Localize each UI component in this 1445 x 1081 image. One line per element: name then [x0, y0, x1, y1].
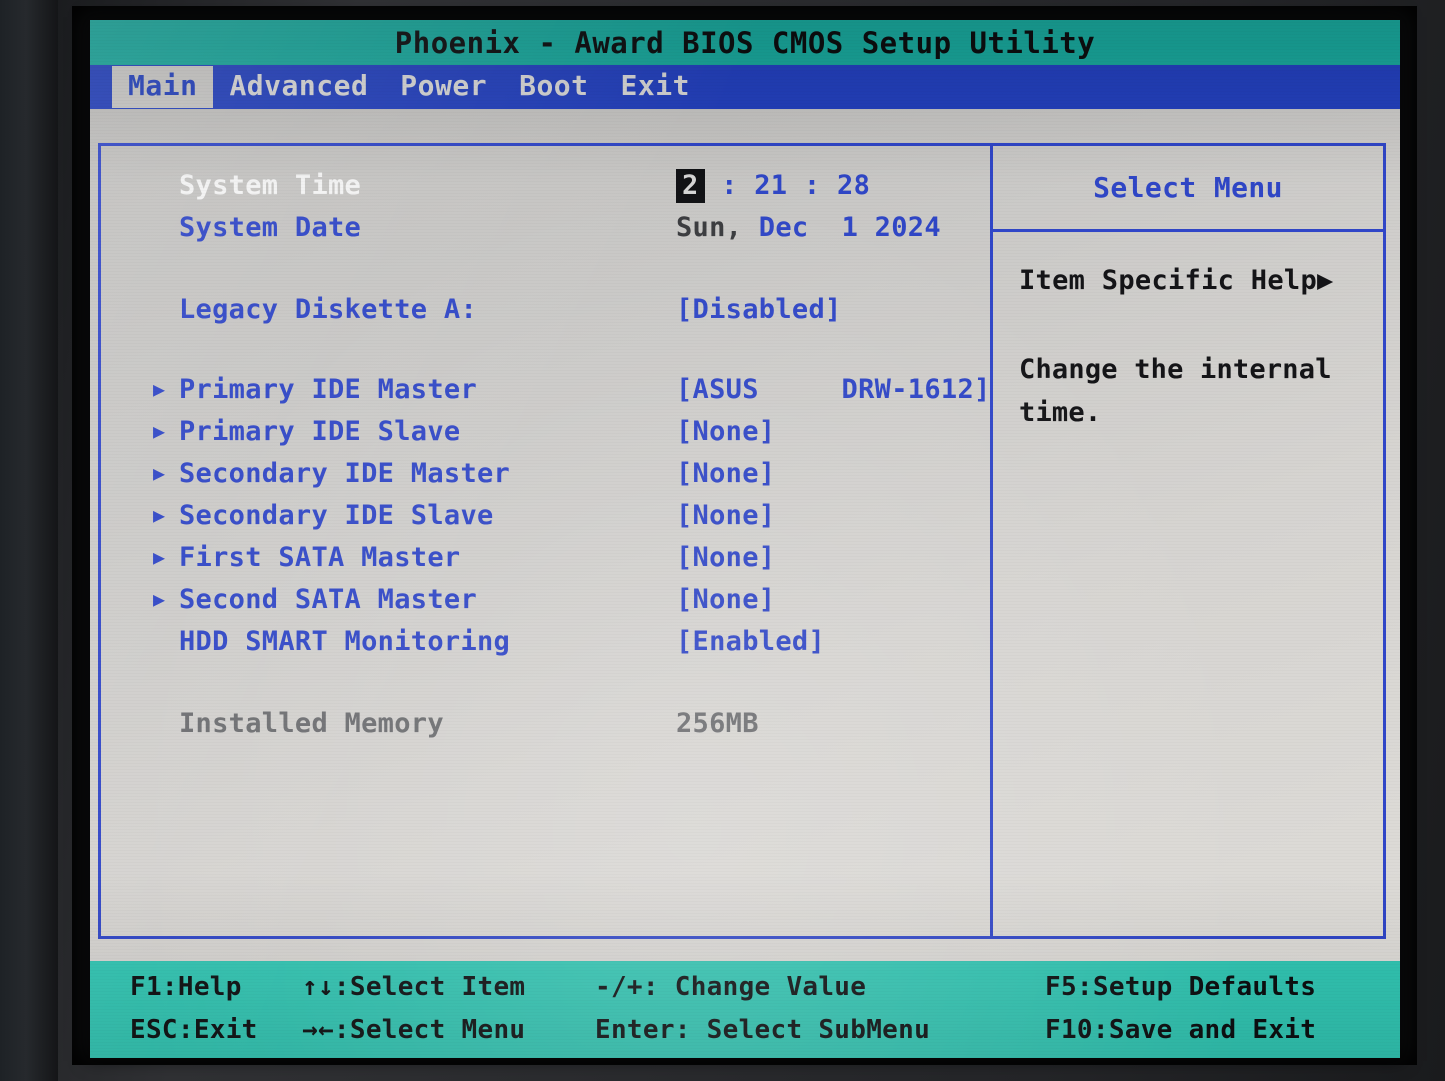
secondary-ide-slave-label: Secondary IDE Slave	[179, 500, 494, 531]
submenu-arrow-icon: ▶	[153, 421, 173, 441]
second-sata-master-value[interactable]: [None]	[676, 584, 775, 615]
legacy-diskette-value[interactable]: [Disabled]	[676, 294, 842, 325]
installed-memory-value: 256MB	[676, 708, 759, 739]
key-f1-help[interactable]: F1:Help	[130, 969, 258, 1005]
tab-power[interactable]: Power	[384, 66, 503, 108]
submenu-arrow-icon: ▶	[153, 505, 173, 525]
tab-exit[interactable]: Exit	[605, 66, 706, 108]
system-date-label: System Date	[179, 212, 361, 243]
bezel-left-edge	[0, 0, 58, 1081]
setting-row-first-sata-master[interactable]: ▶ First SATA Master [None]	[101, 536, 990, 578]
bios-screen: Phoenix - Award BIOS CMOS Setup Utility …	[90, 20, 1400, 1058]
system-time-hour-field[interactable]: 2	[676, 169, 705, 203]
setting-row-system-date[interactable]: System Date Sun, Dec 1 2024	[101, 206, 990, 248]
system-date-field[interactable]: Dec 1 2024	[742, 212, 941, 243]
key-change-value[interactable]: -/+: Change Value	[595, 969, 930, 1005]
setting-row-hdd-smart-monitoring[interactable]: HDD SMART Monitoring [Enabled]	[101, 620, 990, 662]
settings-list: System Time 2 : 21 : 28 System Date Sun,…	[101, 146, 990, 936]
spacer-after-date	[101, 248, 990, 288]
page-title: Phoenix - Award BIOS CMOS Setup Utility	[395, 26, 1095, 60]
setting-row-installed-memory: Installed Memory 256MB	[101, 702, 990, 744]
tab-main[interactable]: Main	[112, 66, 213, 108]
submenu-arrow-icon: ▶	[153, 589, 173, 609]
key-f5-setup-defaults[interactable]: F5:Setup Defaults	[1045, 969, 1316, 1005]
setting-row-legacy-diskette[interactable]: Legacy Diskette A: [Disabled]	[101, 288, 990, 330]
item-specific-help-text: Change the internal time.	[1019, 348, 1365, 434]
menu-bar[interactable]: Main Advanced Power Boot Exit	[90, 65, 1400, 109]
setting-row-secondary-ide-slave[interactable]: ▶ Secondary IDE Slave [None]	[101, 494, 990, 536]
first-sata-master-value[interactable]: [None]	[676, 542, 775, 573]
key-legend-footer: F1:Help ESC:Exit ↑↓:Select Item →←:Selec…	[90, 961, 1400, 1058]
second-sata-master-label: Second SATA Master	[179, 584, 477, 615]
help-body: Item Specific Help▶ Change the internal …	[993, 229, 1383, 434]
secondary-ide-slave-value[interactable]: [None]	[676, 500, 775, 531]
system-time-minute-field[interactable]: 21	[754, 170, 787, 201]
system-time-sep-2: :	[787, 170, 837, 201]
setting-row-second-sata-master[interactable]: ▶ Second SATA Master [None]	[101, 578, 990, 620]
hdd-smart-monitoring-label: HDD SMART Monitoring	[179, 626, 510, 657]
primary-ide-master-label: Primary IDE Master	[179, 374, 477, 405]
primary-ide-slave-label: Primary IDE Slave	[179, 416, 460, 447]
legacy-diskette-label: Legacy Diskette A:	[179, 294, 477, 325]
system-time-sep-1: :	[705, 170, 755, 201]
secondary-ide-master-value[interactable]: [None]	[676, 458, 775, 489]
installed-memory-label: Installed Memory	[179, 708, 444, 739]
help-panel: Select Menu Item Specific Help▶ Change t…	[993, 146, 1383, 936]
submenu-arrow-icon: ▶	[153, 463, 173, 483]
setting-row-system-time[interactable]: System Time 2 : 21 : 28	[101, 164, 990, 206]
submenu-arrow-icon: ▶	[153, 379, 173, 399]
tab-boot[interactable]: Boot	[503, 66, 604, 108]
spacer-before-memory	[101, 662, 990, 702]
key-esc-exit[interactable]: ESC:Exit	[130, 1012, 258, 1048]
primary-ide-slave-value[interactable]: [None]	[676, 416, 775, 447]
tab-advanced[interactable]: Advanced	[213, 66, 384, 108]
setting-row-primary-ide-master[interactable]: ▶ Primary IDE Master [ASUS DRW-1612]	[101, 368, 990, 410]
work-area: System Time 2 : 21 : 28 System Date Sun,…	[90, 109, 1400, 961]
key-f10-save-and-exit[interactable]: F10:Save and Exit	[1045, 1012, 1316, 1048]
key-select-menu[interactable]: →←:Select Menu	[302, 1012, 525, 1048]
system-time-second-field[interactable]: 28	[837, 170, 870, 201]
item-specific-help-heading: Item Specific Help▶	[1019, 265, 1365, 296]
submenu-arrow-icon: ▶	[153, 547, 173, 567]
primary-ide-master-value[interactable]: [ASUS DRW-1612]	[676, 374, 991, 405]
spacer-after-diskette	[101, 330, 990, 368]
content-frame: System Time 2 : 21 : 28 System Date Sun,…	[98, 143, 1386, 939]
title-bar: Phoenix - Award BIOS CMOS Setup Utility	[90, 20, 1400, 65]
setting-row-primary-ide-slave[interactable]: ▶ Primary IDE Slave [None]	[101, 410, 990, 452]
footer-column-3: -/+: Change Value Enter: Select SubMenu	[595, 969, 930, 1048]
key-enter-submenu[interactable]: Enter: Select SubMenu	[595, 1012, 930, 1048]
footer-column-1: F1:Help ESC:Exit	[130, 969, 258, 1048]
footer-column-4: F5:Setup Defaults F10:Save and Exit	[1045, 969, 1316, 1048]
footer-column-2: ↑↓:Select Item →←:Select Menu	[302, 969, 525, 1048]
secondary-ide-master-label: Secondary IDE Master	[179, 458, 510, 489]
system-date-value[interactable]: Sun, Dec 1 2024	[676, 212, 941, 243]
system-date-weekday: Sun,	[676, 212, 742, 243]
first-sata-master-label: First SATA Master	[179, 542, 460, 573]
select-menu-title: Select Menu	[993, 146, 1383, 229]
setting-row-secondary-ide-master[interactable]: ▶ Secondary IDE Master [None]	[101, 452, 990, 494]
system-time-label: System Time	[179, 170, 361, 201]
system-time-value[interactable]: 2 : 21 : 28	[676, 170, 870, 201]
hdd-smart-monitoring-value[interactable]: [Enabled]	[676, 626, 825, 657]
key-select-item[interactable]: ↑↓:Select Item	[302, 969, 525, 1005]
